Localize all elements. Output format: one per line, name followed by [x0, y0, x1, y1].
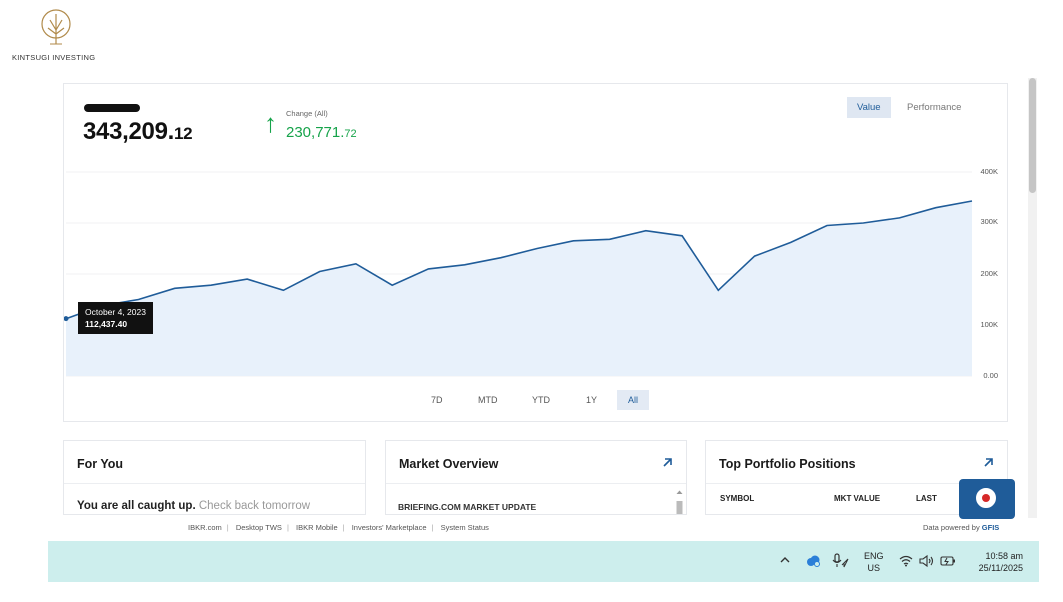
- performance-toggle[interactable]: Performance: [897, 97, 971, 118]
- footer-link[interactable]: Desktop TWS: [236, 523, 282, 532]
- portfolio-total-value: 343,209.12: [83, 118, 193, 146]
- change-main: 230,771.: [286, 124, 345, 141]
- provider-name[interactable]: GFIS: [982, 523, 1000, 532]
- kintsugi-tree-icon: [41, 9, 71, 45]
- chat-icon: [976, 488, 996, 508]
- top-positions-title: Top Portfolio Positions: [719, 457, 856, 471]
- value-toggle[interactable]: Value: [847, 97, 891, 118]
- chevron-up-icon[interactable]: [779, 555, 791, 565]
- scrollbar-thumb[interactable]: [1029, 78, 1036, 193]
- windows-taskbar: ENG US 10:58 am 25/11/2025: [48, 541, 1039, 582]
- divider: [386, 483, 686, 484]
- region-code: US: [867, 563, 881, 573]
- system-clock[interactable]: 10:58 am 25/11/2025: [968, 550, 1023, 574]
- page: KINTSUGI INVESTING 343,209.12 ↑ Change (…: [0, 0, 1063, 602]
- total-cents: 12: [174, 124, 193, 143]
- market-overview-panel: Market Overview BRIEFING.COM MARKET UPDA…: [385, 440, 687, 515]
- microphone-location-icon[interactable]: [832, 553, 850, 569]
- page-scrollbar[interactable]: [1028, 78, 1037, 518]
- market-overview-title: Market Overview: [399, 457, 499, 471]
- tooltip-value: 112,437.40: [85, 319, 128, 329]
- for-you-title: For You: [77, 457, 124, 471]
- language-indicator[interactable]: ENG US: [864, 550, 884, 574]
- up-arrow-icon: ↑: [264, 108, 277, 138]
- data-credit: Data powered by GFIS: [923, 523, 999, 532]
- panel-scrollbar[interactable]: [676, 489, 683, 515]
- redacted-account-label: [84, 104, 140, 112]
- divider: [64, 483, 365, 484]
- lang-code: ENG: [864, 551, 884, 561]
- chat-dot: [982, 494, 990, 502]
- col-last[interactable]: LAST: [916, 494, 937, 503]
- col-symbol[interactable]: SYMBOL: [720, 494, 754, 503]
- volume-icon[interactable]: [919, 554, 935, 568]
- value-area-fill: [66, 201, 972, 376]
- tooltip-date: October 4, 2023: [85, 307, 146, 317]
- range-mtd[interactable]: MTD: [471, 390, 505, 410]
- wifi-icon[interactable]: [899, 555, 913, 567]
- change-cents: 72: [344, 128, 357, 140]
- col-mkt-value[interactable]: MKT VALUE: [834, 494, 880, 503]
- briefing-headline[interactable]: BRIEFING.COM MARKET UPDATE: [398, 502, 536, 512]
- caught-up-text: You are all caught up.: [77, 500, 196, 512]
- y-tick-label: 200K: [980, 269, 998, 278]
- range-ytd[interactable]: YTD: [525, 390, 557, 410]
- value-area-chart[interactable]: [64, 164, 1009, 379]
- change-value: 230,771.72: [286, 124, 357, 141]
- brand-logo[interactable]: KINTSUGI INVESTING: [12, 8, 102, 64]
- caught-up-message: You are all caught up. Check back tomorr…: [77, 500, 310, 512]
- y-tick-label: 100K: [980, 320, 998, 329]
- footer-links: IBKR.com | Desktop TWS | IBKR Mobile | Inve…: [188, 523, 489, 532]
- y-tick-label: 0.00: [983, 371, 998, 380]
- footer-link[interactable]: IBKR Mobile: [296, 523, 338, 532]
- chart-tooltip: October 4, 2023 112,437.40: [78, 302, 153, 334]
- y-tick-label: 300K: [980, 217, 998, 226]
- range-7d[interactable]: 7D: [424, 390, 450, 410]
- y-tick-label: 400K: [980, 167, 998, 176]
- external-link-icon[interactable]: [661, 456, 674, 469]
- change-label: Change (All): [286, 109, 328, 118]
- external-link-icon[interactable]: [982, 456, 995, 469]
- portfolio-chart-card: 343,209.12 ↑ Change (All) 230,771.72 Val…: [63, 83, 1008, 422]
- for-you-panel: For You You are all caught up. Check bac…: [63, 440, 366, 515]
- footer-link[interactable]: IBKR.com: [188, 523, 222, 532]
- footer: IBKR.com | Desktop TWS | IBKR Mobile | Inve…: [0, 520, 1063, 538]
- clock-time: 10:58 am: [985, 551, 1023, 561]
- battery-icon[interactable]: [940, 555, 956, 567]
- total-main: 343,209.: [83, 118, 175, 145]
- footer-link[interactable]: Investors' Marketplace: [352, 523, 427, 532]
- chat-button[interactable]: [959, 479, 1015, 519]
- clock-date: 25/11/2025: [978, 563, 1023, 573]
- footer-link[interactable]: System Status: [441, 523, 489, 532]
- brand-name: KINTSUGI INVESTING: [12, 53, 96, 62]
- check-back-text: Check back tomorrow: [198, 500, 311, 512]
- cloud-icon[interactable]: [805, 554, 821, 568]
- powered-by-text: Data powered by: [923, 523, 980, 532]
- range-1y[interactable]: 1Y: [579, 390, 604, 410]
- range-all[interactable]: All: [617, 390, 650, 410]
